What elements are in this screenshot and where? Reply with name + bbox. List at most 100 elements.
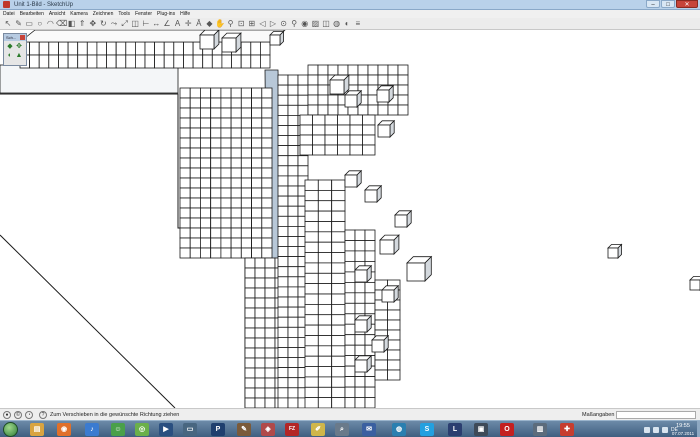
tray-flag-icon[interactable] [644, 426, 651, 433]
distant-cube-2-front [689, 279, 700, 291]
pencil-icon[interactable]: ✎ [14, 19, 24, 29]
skype-icon[interactable]: ◎ [135, 423, 149, 436]
search-icon[interactable]: ⌕ [335, 423, 349, 436]
3d-text-icon[interactable]: Ā [194, 19, 204, 29]
zoom-window-icon[interactable]: ⊡ [236, 19, 246, 29]
offset-icon[interactable]: ◫ [130, 19, 140, 29]
tray-volume-icon[interactable] [662, 426, 669, 433]
tape-measure-icon[interactable]: ⊢ [141, 19, 151, 29]
components-icon[interactable]: ◫ [321, 19, 331, 29]
zoom-extents-icon[interactable]: ⊞ [247, 19, 257, 29]
itunes-icon[interactable]: ♪ [85, 423, 99, 436]
geo-location-icon[interactable]: ● [3, 411, 11, 419]
styles-icon[interactable]: ◐ [342, 19, 352, 29]
look-around-icon[interactable]: ◉ [300, 19, 310, 29]
pen-tool-icon[interactable]: ✎ [237, 423, 251, 436]
color-picker-icon[interactable]: ◈ [261, 423, 275, 436]
start-button[interactable] [3, 422, 18, 437]
help-icon[interactable]: ? [39, 411, 47, 419]
voxel-face [304, 241, 319, 253]
monitor-icon[interactable]: ▭ [183, 423, 197, 436]
globe-icon[interactable]: ◍ [392, 423, 406, 436]
menu-plugins[interactable]: Plug-ins [157, 10, 175, 18]
menu-ansicht[interactable]: Ansicht [49, 10, 65, 18]
menu-zeichnen[interactable]: Zeichnen [93, 10, 114, 18]
mail-icon[interactable]: ▥ [533, 423, 547, 436]
zoom-icon[interactable]: ⚲ [226, 19, 236, 29]
menu-kamera[interactable]: Kamera [70, 10, 88, 18]
drawing-viewport[interactable] [0, 30, 700, 408]
floating-toolbar[interactable]: Sch... ◆ ✥ ◐ ▲ [3, 33, 27, 66]
edge-cube-10-front [381, 289, 395, 303]
league-icon[interactable]: L [448, 423, 462, 436]
select-icon[interactable]: ↖ [3, 19, 13, 29]
eraser-icon[interactable]: ⌫ [56, 19, 67, 29]
paint-bucket-icon[interactable]: ◧ [67, 19, 77, 29]
opera-icon[interactable]: O [500, 423, 514, 436]
follow-me-icon[interactable]: ⤳ [109, 19, 119, 29]
text-icon[interactable]: A [173, 19, 183, 29]
voxel-face [331, 397, 346, 408]
thunderbird-icon[interactable]: ✉ [362, 423, 376, 436]
voxel-face [287, 246, 299, 258]
model-canvas[interactable] [0, 30, 700, 408]
voxel-face [287, 94, 299, 106]
next-view-icon[interactable]: ▷ [268, 19, 278, 29]
axes-icon[interactable]: ✛ [183, 19, 193, 29]
layers-icon[interactable]: ≡ [353, 19, 363, 29]
voxel-face [251, 247, 263, 259]
explorer-icon[interactable]: ▤ [30, 423, 44, 436]
skype-call-icon[interactable]: S [420, 423, 434, 436]
menu-hilfe[interactable]: Hilfe [180, 10, 190, 18]
title-bar[interactable]: Unit 1-Bild - SketchUp – □ ✕ [0, 0, 700, 10]
pan-icon[interactable]: ✋ [215, 19, 225, 29]
menu-fenster[interactable]: Fenster [135, 10, 152, 18]
voxel-face [210, 237, 222, 249]
sketchup-icon[interactable]: ✚ [560, 423, 574, 436]
circle-icon[interactable]: ○ [35, 19, 45, 29]
move-icon[interactable]: ✥ [88, 19, 98, 29]
orbit-icon[interactable]: ◆ [6, 43, 14, 51]
messenger-icon[interactable]: ☺ [111, 423, 125, 436]
media-player-icon[interactable]: ▶ [159, 423, 173, 436]
menu-bearbeiten[interactable]: Bearbeiten [20, 10, 44, 18]
walk-icon[interactable]: ▲ [15, 52, 23, 60]
firefox-icon[interactable]: ◉ [57, 423, 71, 436]
photoshop-icon[interactable]: P [211, 423, 225, 436]
walk-icon[interactable]: ⚲ [289, 19, 299, 29]
game-client-icon[interactable]: ▣ [474, 423, 488, 436]
rectangle-icon[interactable]: ▭ [24, 19, 34, 29]
floating-toolbar-close-icon[interactable] [20, 35, 25, 40]
maximize-button[interactable]: □ [661, 0, 675, 8]
materials-icon[interactable]: ◍ [332, 19, 342, 29]
position-camera-icon[interactable]: ⊙ [279, 19, 289, 29]
previous-view-icon[interactable]: ◁ [257, 19, 267, 29]
section-plane-icon[interactable]: ▨ [310, 19, 320, 29]
minimize-button[interactable]: – [646, 0, 660, 8]
zoom-icon[interactable]: ◐ [6, 52, 14, 60]
protractor-icon[interactable]: ∠ [162, 19, 172, 29]
filezilla-icon[interactable]: FZ [285, 423, 299, 436]
floating-toolbar-title[interactable]: Sch... [4, 34, 26, 41]
tray-network-icon[interactable] [653, 426, 660, 433]
menu-tools[interactable]: Tools [118, 10, 130, 18]
close-button[interactable]: ✕ [676, 0, 698, 8]
rotate-icon[interactable]: ↻ [98, 19, 108, 29]
credits-icon[interactable]: © [14, 411, 22, 419]
voxel-face [179, 117, 191, 129]
taskbar-clock[interactable]: 19:55 07.07.2011 [670, 422, 696, 437]
voxel-face [317, 283, 332, 295]
notes-icon[interactable]: ✐ [311, 423, 325, 436]
dimension-icon[interactable]: ↔ [151, 19, 161, 29]
orbit-icon[interactable]: ◆ [204, 19, 214, 29]
voxel-face [277, 225, 289, 237]
measurements-input[interactable] [616, 411, 696, 419]
voxel-face [287, 205, 299, 217]
user-icon[interactable]: ◔ [25, 411, 33, 419]
voxel-face [189, 207, 201, 219]
arc-icon[interactable]: ◠ [45, 19, 55, 29]
pan-icon[interactable]: ✥ [15, 43, 23, 51]
push-pull-icon[interactable]: ⇑ [77, 19, 87, 29]
menu-datei[interactable]: Datei [3, 10, 15, 18]
scale-icon[interactable]: ⤢ [120, 19, 130, 29]
